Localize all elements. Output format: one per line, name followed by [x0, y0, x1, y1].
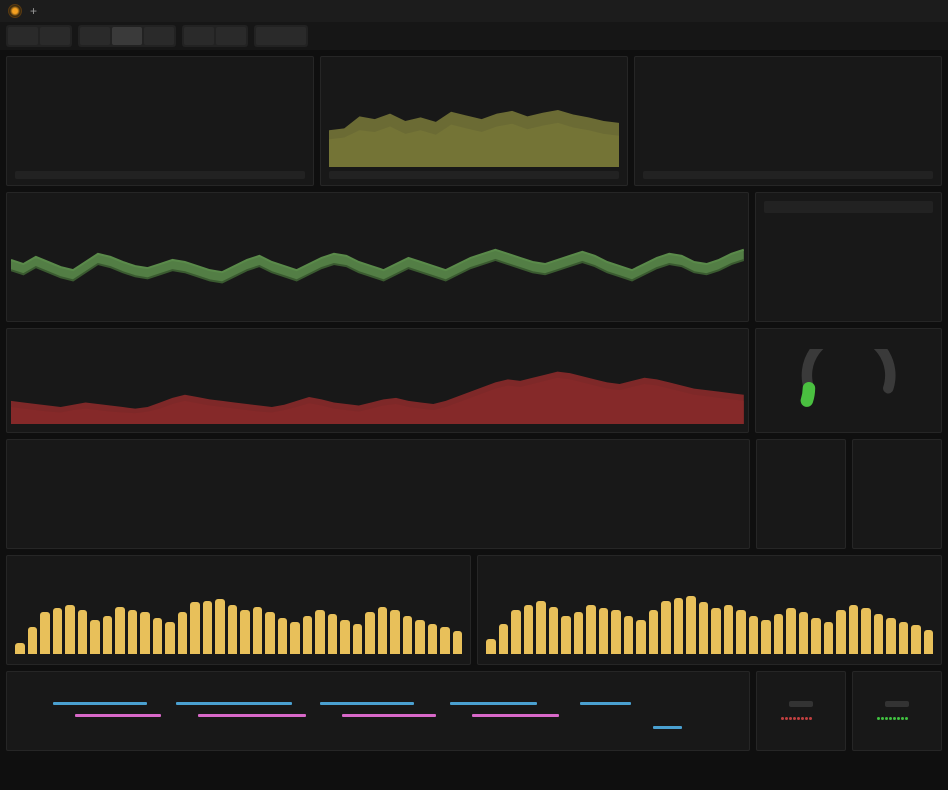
sparkline-red [781, 711, 821, 721]
panel-stat-2[interactable] [852, 439, 942, 549]
panel-side-kv[interactable] [755, 192, 942, 322]
panel-top-left[interactable] [6, 56, 314, 186]
dashboard-toolbar [0, 22, 948, 50]
panel-yellow-left[interactable] [6, 555, 471, 665]
panel-mini-red[interactable] [756, 671, 846, 751]
panel-legend-placeholder [643, 171, 933, 179]
mini-label-placeholder [885, 701, 909, 707]
toolbar-btn[interactable] [216, 27, 246, 45]
panel-top-right[interactable] [634, 56, 942, 186]
panel-legend-placeholder [15, 171, 305, 179]
toolbar-group-2 [78, 25, 176, 47]
toolbar-group-1 [6, 25, 72, 47]
dashboard-grid [0, 50, 948, 757]
toolbar-group-3 [182, 25, 248, 47]
toolbar-btn[interactable] [112, 27, 142, 45]
mini-label-placeholder [789, 701, 813, 707]
panel-timeline[interactable] [6, 671, 750, 751]
toolbar-btn[interactable] [8, 27, 38, 45]
panel-legend-placeholder [329, 171, 619, 179]
toolbar-btn[interactable] [40, 27, 70, 45]
panel-top-mid[interactable] [320, 56, 628, 186]
panel-gauge[interactable] [755, 328, 942, 433]
panel-yellow-right[interactable] [477, 555, 942, 665]
panel-wide-red[interactable] [6, 328, 749, 433]
window-titlebar: + [0, 0, 948, 22]
toolbar-btn[interactable] [184, 27, 214, 45]
toolbar-btn[interactable] [144, 27, 174, 45]
toolbar-btn[interactable] [80, 27, 110, 45]
browser-tab-icon[interactable] [8, 4, 22, 18]
panel-wide-green[interactable] [6, 192, 749, 322]
toolbar-group-4 [254, 25, 308, 47]
panel-stat-1[interactable] [756, 439, 846, 549]
new-tab-icon[interactable]: + [30, 4, 37, 18]
panel-blue-bars[interactable] [6, 439, 750, 549]
toolbar-btn[interactable] [256, 27, 306, 45]
kv-row-placeholder [764, 201, 933, 213]
panel-mini-green[interactable] [852, 671, 942, 751]
sparkline-green [877, 711, 917, 721]
